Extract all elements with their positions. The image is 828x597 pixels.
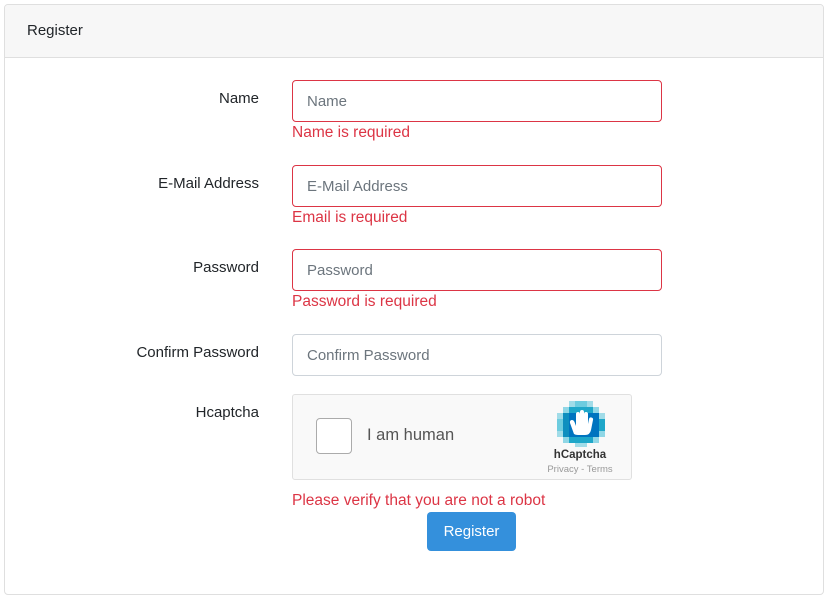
captcha-checkbox[interactable] [316, 418, 352, 454]
register-button[interactable]: Register [427, 512, 516, 551]
captcha-error: Please verify that you are not a robot [292, 492, 546, 509]
confirm-password-input[interactable] [292, 334, 662, 376]
password-input[interactable] [292, 249, 662, 291]
card-header: Register [5, 5, 823, 58]
name-label: Name [218, 90, 259, 107]
hcaptcha-logo-icon [557, 401, 605, 447]
name-error: Name is required [292, 124, 411, 141]
captcha-terms-link[interactable]: Terms [587, 464, 613, 475]
captcha-links-separator: - [578, 464, 587, 475]
email-error: Email is required [292, 209, 408, 226]
hcaptcha-widget: I am human hCaptcha Privacy - Terms [292, 394, 632, 480]
captcha-label: Hcaptcha [195, 404, 259, 421]
confirm-password-label: Confirm Password [136, 344, 259, 361]
email-label: E-Mail Address [158, 175, 259, 192]
name-input[interactable] [292, 80, 662, 122]
email-input[interactable] [292, 165, 662, 207]
captcha-checkbox-text: I am human [367, 426, 455, 444]
password-error: Password is required [292, 293, 437, 310]
captcha-brand-text: hCaptcha [553, 449, 607, 461]
captcha-privacy-link[interactable]: Privacy [547, 464, 578, 475]
password-label: Password [193, 259, 259, 276]
captcha-links: Privacy - Terms [525, 464, 635, 475]
